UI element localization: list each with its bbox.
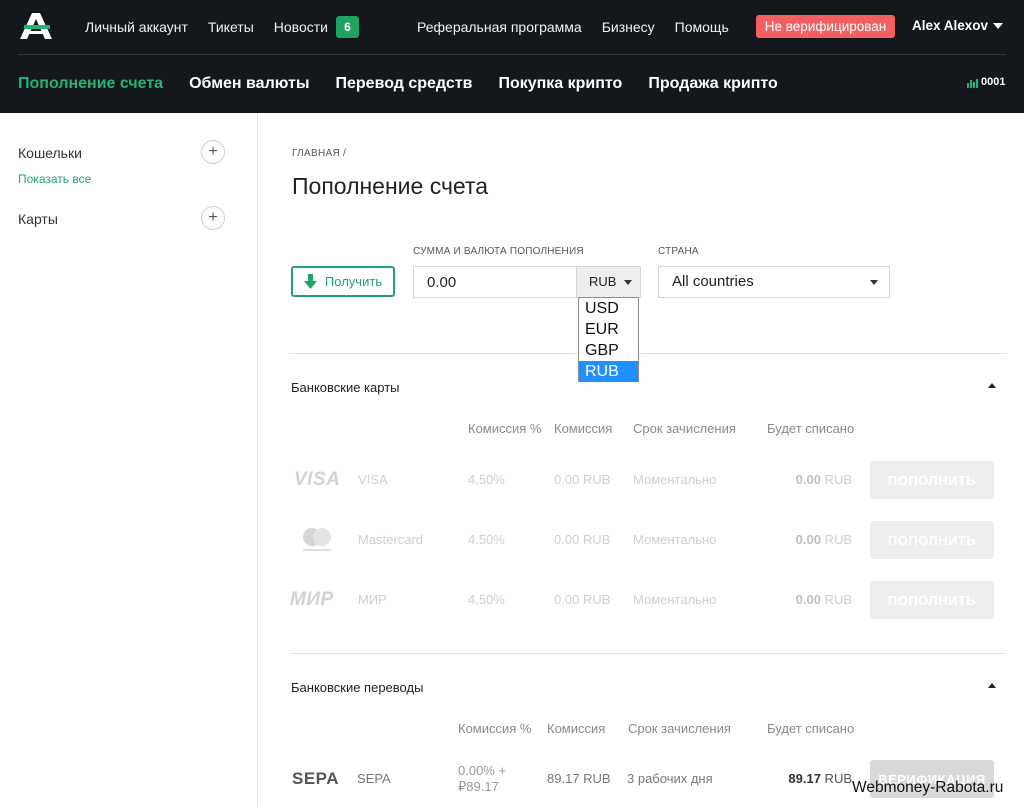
method-name: МИР bbox=[358, 592, 387, 607]
currency-select-value: RUB bbox=[589, 274, 617, 289]
nav-news[interactable]: Новости 6 bbox=[273, 15, 359, 38]
nav-tickets[interactable]: Тикеты bbox=[208, 19, 254, 35]
tab-top-up[interactable]: Пополнение счета bbox=[18, 75, 163, 93]
amount-currency-label: СУММА И ВАЛЮТА ПОПОЛНЕНИЯ bbox=[413, 246, 584, 257]
payment-method-row-visa: VISA VISA 4.50% 0.00 RUB Моментально 0.0… bbox=[290, 460, 1006, 500]
chevron-down-icon bbox=[624, 280, 632, 285]
add-card-button[interactable]: + bbox=[201, 206, 225, 230]
debit-amount: 89.17 RUB bbox=[788, 771, 852, 786]
top-up-button[interactable]: ПОПОЛНИТЬ bbox=[870, 581, 994, 619]
column-header-fee: Комиссия bbox=[554, 421, 613, 436]
sidebar-wallets-label: Кошельки bbox=[18, 145, 82, 161]
tab-buy-crypto[interactable]: Покупка крипто bbox=[498, 75, 622, 93]
collapse-bank-transfers-icon[interactable] bbox=[988, 683, 996, 688]
credit-term: Моментально bbox=[633, 592, 717, 607]
currency-select[interactable]: RUB bbox=[576, 266, 641, 298]
country-label: СТРАНА bbox=[658, 246, 699, 257]
column-header-fee: Комиссия bbox=[547, 721, 606, 736]
debit-amount: 0.00 RUB bbox=[795, 532, 852, 547]
fee-percent: 4.50% bbox=[468, 472, 505, 487]
section-nav: Пополнение счета Обмен валюты Перевод ср… bbox=[18, 55, 804, 113]
fee-amount: 0.00 RUB bbox=[554, 532, 611, 547]
top-up-button[interactable]: ПОПОЛНИТЬ bbox=[870, 461, 994, 499]
bar-chart-icon bbox=[967, 79, 979, 88]
header-stat-value: 0001 bbox=[981, 76, 1006, 88]
fee-percent: 4.50% bbox=[468, 532, 505, 547]
watermark-text: Webmoney-Rabota.ru bbox=[852, 779, 1004, 796]
fee-amount: 0.00 RUB bbox=[554, 592, 611, 607]
debit-amount: 0.00 RUB bbox=[795, 592, 852, 607]
nav-personal-account[interactable]: Личный аккаунт bbox=[85, 19, 188, 35]
collapse-bank-cards-icon[interactable] bbox=[988, 383, 996, 388]
column-header-term: Срок зачисления bbox=[628, 721, 731, 736]
tab-sell-crypto[interactable]: Продажа крипто bbox=[648, 75, 777, 93]
mastercard-logo-icon bbox=[298, 520, 336, 560]
column-header-debited: Будет списано bbox=[767, 421, 855, 436]
sidebar: Кошельки + Показать все Карты + bbox=[0, 113, 258, 807]
country-select-value: All countries bbox=[672, 273, 754, 290]
payment-method-row-mir: МИР МИР 4.50% 0.00 RUB Моментально 0.00 … bbox=[290, 580, 1006, 620]
user-menu-name[interactable]: Alex Alexov bbox=[912, 18, 988, 33]
sepa-logo: SEPA bbox=[292, 769, 340, 788]
mir-logo: МИР bbox=[290, 589, 334, 610]
column-header-term: Срок зачисления bbox=[633, 421, 736, 436]
payment-method-row-mastercard: Mastercard 4.50% 0.00 RUB Моментально 0.… bbox=[290, 520, 1006, 560]
top-up-button[interactable]: ПОПОЛНИТЬ bbox=[870, 521, 994, 559]
page-title: Пополнение счета bbox=[292, 173, 489, 199]
section-divider bbox=[290, 653, 1006, 654]
credit-term: Моментально bbox=[633, 532, 717, 547]
nav-news-label: Новости bbox=[273, 18, 328, 35]
country-select[interactable]: All countries bbox=[658, 266, 890, 298]
fee-percent: 0.00% + ₽89.17 bbox=[458, 763, 507, 794]
currency-option-gbp[interactable]: GBP bbox=[579, 340, 638, 361]
news-count-badge: 6 bbox=[335, 15, 359, 38]
show-all-wallets-link[interactable]: Показать все bbox=[18, 172, 91, 186]
top-nav-left: Личный аккаунт Тикеты Новости 6 bbox=[85, 0, 379, 53]
fee-percent: 4.50% bbox=[468, 592, 505, 607]
fee-amount: 89.17 RUB bbox=[547, 771, 611, 786]
method-name: VISA bbox=[358, 472, 388, 487]
tab-currency-exchange[interactable]: Обмен валюты bbox=[189, 75, 309, 93]
column-header-debited: Будет списано bbox=[767, 721, 855, 736]
advcash-logo-icon[interactable] bbox=[18, 11, 54, 41]
credit-term: Моментально bbox=[633, 472, 717, 487]
add-wallet-button[interactable]: + bbox=[201, 140, 225, 164]
nav-referral-program[interactable]: Реферальная программа bbox=[417, 19, 582, 35]
column-header-fee-percent: Комиссия % bbox=[458, 721, 532, 736]
nav-help[interactable]: Помощь bbox=[675, 19, 729, 35]
nav-business[interactable]: Бизнесу bbox=[602, 19, 655, 35]
column-header-fee-percent: Комиссия % bbox=[468, 421, 542, 436]
bank-cards-title[interactable]: Банковские карты bbox=[291, 380, 400, 395]
top-header: Личный аккаунт Тикеты Новости 6 Рефераль… bbox=[0, 0, 1024, 113]
fee-amount: 0.00 RUB bbox=[554, 472, 611, 487]
chevron-down-icon bbox=[870, 280, 878, 285]
get-button-label: Получить bbox=[324, 274, 383, 289]
currency-option-usd[interactable]: USD bbox=[579, 298, 638, 319]
get-button[interactable]: Получить bbox=[291, 266, 395, 297]
not-verified-badge[interactable]: Не верифицирован bbox=[756, 15, 895, 38]
sidebar-cards-label: Карты bbox=[18, 211, 58, 227]
header-stat[interactable]: 0001 bbox=[967, 76, 1005, 88]
currency-option-rub[interactable]: RUB bbox=[579, 361, 638, 382]
debit-amount: 0.00 RUB bbox=[795, 472, 852, 487]
section-divider bbox=[290, 353, 1006, 354]
breadcrumb[interactable]: ГЛАВНАЯ / bbox=[292, 148, 346, 159]
top-nav-right: Реферальная программа Бизнесу Помощь bbox=[417, 0, 749, 53]
tab-transfer-funds[interactable]: Перевод средств bbox=[336, 75, 473, 93]
amount-input[interactable] bbox=[413, 266, 577, 298]
bank-transfers-title[interactable]: Банковские переводы bbox=[291, 680, 423, 695]
credit-term: 3 рабочих дня bbox=[627, 771, 713, 786]
user-menu-caret-icon[interactable] bbox=[993, 23, 1003, 29]
visa-logo: VISA bbox=[294, 469, 341, 490]
method-name: SEPA bbox=[357, 771, 391, 786]
arrow-down-icon bbox=[303, 273, 317, 289]
currency-option-eur[interactable]: EUR bbox=[579, 319, 638, 340]
currency-dropdown-list: USD EUR GBP RUB bbox=[578, 297, 639, 382]
method-name: Mastercard bbox=[358, 532, 424, 547]
